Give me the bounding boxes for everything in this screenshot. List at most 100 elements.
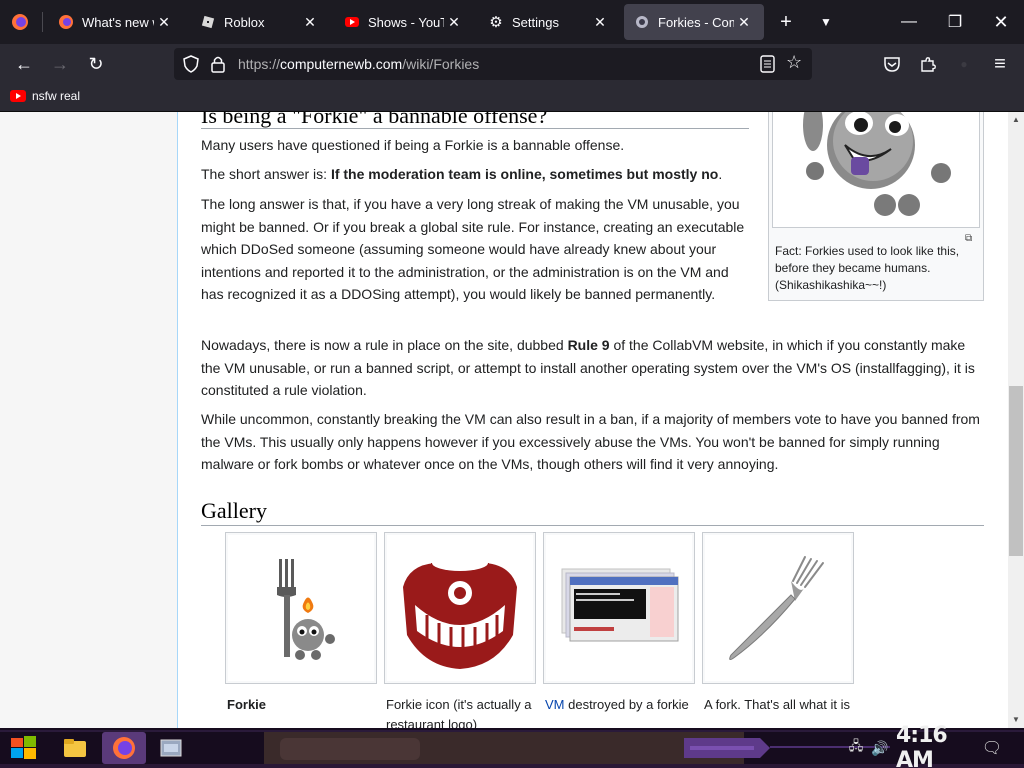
gallery-item[interactable] xyxy=(225,532,377,684)
thumbnail-caption: Fact: Forkies used to look like this, be… xyxy=(775,244,960,292)
network-icon[interactable]: 🖧 xyxy=(846,732,866,764)
minimize-button[interactable]: — xyxy=(886,0,932,44)
new-tab-button[interactable]: + xyxy=(768,0,804,44)
account-button[interactable]: ● xyxy=(948,48,980,80)
section-heading: Is being a "Forkie" a bannable offense? xyxy=(201,112,749,129)
gallery-item[interactable] xyxy=(384,532,536,684)
paragraph: Many users have questioned if being a Fo… xyxy=(201,137,625,153)
list-all-tabs-button[interactable]: ▼ xyxy=(808,0,844,44)
restore-button[interactable]: ❐ xyxy=(932,0,978,44)
scroll-up-arrow[interactable]: ▲ xyxy=(1008,112,1024,128)
taskbar-firefox[interactable] xyxy=(102,732,146,764)
youtube-icon xyxy=(344,14,360,30)
close-icon[interactable]: ✕ xyxy=(300,14,320,31)
page-content: Is being a "Forkie" a bannable offense? xyxy=(0,112,1008,728)
bold-text: Rule 9 xyxy=(567,337,610,353)
url-path: /wiki/Forkies xyxy=(402,56,480,72)
scroll-down-arrow[interactable]: ▼ xyxy=(1008,712,1024,728)
gear-icon: ⚙ xyxy=(489,14,503,31)
vm-link[interactable]: VM xyxy=(545,697,565,712)
paragraph: While uncommon, constantly breaking the … xyxy=(201,411,980,472)
volume-icon[interactable]: 🔊 xyxy=(870,732,890,764)
forkie-old-image[interactable] xyxy=(772,112,980,228)
reload-button[interactable]: ↻ xyxy=(80,48,112,80)
reader-view-icon[interactable] xyxy=(760,55,776,78)
scrollbar-thumb[interactable] xyxy=(1009,386,1023,556)
close-icon: ✕ xyxy=(993,11,1009,32)
bookmarks-toolbar: nsfw real xyxy=(0,84,1024,112)
wiki-sidebar xyxy=(0,112,178,728)
taskbar: 🖧 🔊 4:16 AM 🗨 xyxy=(0,723,1024,768)
account-icon: ● xyxy=(960,57,968,71)
reload-icon: ↻ xyxy=(88,53,104,74)
notification-icon[interactable]: 🗨 xyxy=(980,732,1004,764)
close-window-button[interactable]: ✕ xyxy=(978,0,1024,44)
extensions-button[interactable] xyxy=(912,48,944,80)
arrow-left-icon: ← xyxy=(15,53,33,74)
url-text[interactable]: https://computernewb.com/wiki/Forkies xyxy=(238,56,479,72)
vertical-scrollbar[interactable]: ▲ ▼ xyxy=(1008,112,1024,728)
firefox-icon xyxy=(113,737,135,759)
minimize-icon: — xyxy=(901,13,917,30)
bookmark-label: nsfw real xyxy=(32,89,81,103)
vm-destroyed-screenshot xyxy=(546,535,692,681)
tab-title: Roblox xyxy=(224,14,265,30)
tab-strip: What's new with ✕ Roblox ✕ Shows - YouTu… xyxy=(0,0,1024,44)
tab-youtube[interactable]: Shows - YouTube ✕ xyxy=(334,4,474,40)
pocket-icon xyxy=(884,57,900,72)
text-span: . xyxy=(718,166,723,182)
lock-icon[interactable] xyxy=(210,55,226,78)
tab-settings[interactable]: ⚙ Settings ✕ xyxy=(478,4,620,40)
firefox-view-button[interactable] xyxy=(0,0,40,44)
windows-logo-icon xyxy=(11,736,36,759)
gallery-item[interactable] xyxy=(543,532,695,684)
close-icon[interactable]: ✕ xyxy=(444,14,464,31)
start-button[interactable] xyxy=(6,732,42,764)
youtube-icon xyxy=(10,90,26,102)
chevron-down-icon: ▼ xyxy=(820,15,832,29)
bookmark-item[interactable]: nsfw real xyxy=(10,89,80,103)
gallery-caption: A fork. That's all what it is xyxy=(704,697,851,712)
firefox-icon xyxy=(58,14,74,30)
text-span: Nowadays, there is now a rule in place o… xyxy=(201,337,568,353)
tab-title: Shows - YouTube xyxy=(368,14,444,30)
gallery-caption: Forkie xyxy=(227,697,267,712)
restore-icon: ❐ xyxy=(947,14,963,31)
fork-image xyxy=(705,535,851,681)
control-panel-icon xyxy=(160,739,182,757)
article-body: Is being a "Forkie" a bannable offense? xyxy=(178,112,1008,728)
bold-text: If the moderation team is online, someti… xyxy=(330,166,719,182)
gallery-caption: Forkie icon (it's actually a restaurant … xyxy=(386,697,532,728)
roblox-icon xyxy=(200,14,216,30)
text-span: The short answer is: xyxy=(201,166,331,182)
puzzle-icon xyxy=(921,57,936,72)
navigation-toolbar: ← → ↻ https://computernewb.com/wiki/Fork… xyxy=(0,44,1024,84)
taskbar-file-explorer[interactable] xyxy=(58,732,92,764)
paragraph: The long answer is that, if you have a v… xyxy=(201,196,745,302)
hamburger-menu-icon: ≡ xyxy=(994,52,1006,75)
plus-icon: + xyxy=(780,10,792,33)
tab-roblox[interactable]: Roblox ✕ xyxy=(190,4,330,40)
shield-icon[interactable] xyxy=(182,55,200,78)
forward-button[interactable]: → xyxy=(44,48,76,80)
bookmark-star-icon[interactable]: ☆ xyxy=(786,52,802,73)
url-domain: computernewb.com xyxy=(280,56,403,72)
thumbnail-box: ⧉ Fact: Forkies used to look like this, … xyxy=(768,112,984,301)
menu-button[interactable]: ≡ xyxy=(984,48,1016,80)
text-span: destroyed by a forkie xyxy=(564,697,689,712)
forkie-image xyxy=(228,535,374,681)
gallery-item[interactable] xyxy=(702,532,854,684)
folder-icon xyxy=(64,739,86,757)
close-icon[interactable]: ✕ xyxy=(590,14,610,31)
gallery-heading: Gallery xyxy=(201,498,984,526)
url-bar[interactable]: https://computernewb.com/wiki/Forkies ☆ xyxy=(174,48,812,80)
close-icon[interactable]: ✕ xyxy=(734,14,754,31)
tab-forkies[interactable]: Forkies - Computernewb ✕ xyxy=(624,4,764,40)
paragraph: The short answer is: If the moderation t… xyxy=(201,163,761,186)
pocket-button[interactable] xyxy=(876,48,908,80)
taskbar-app[interactable] xyxy=(152,732,190,764)
close-icon[interactable]: ✕ xyxy=(154,14,174,31)
tab-whats-new[interactable]: What's new with ✕ xyxy=(48,4,184,40)
back-button[interactable]: ← xyxy=(8,48,40,80)
taskbar-clock[interactable]: 4:16 AM xyxy=(896,723,968,768)
